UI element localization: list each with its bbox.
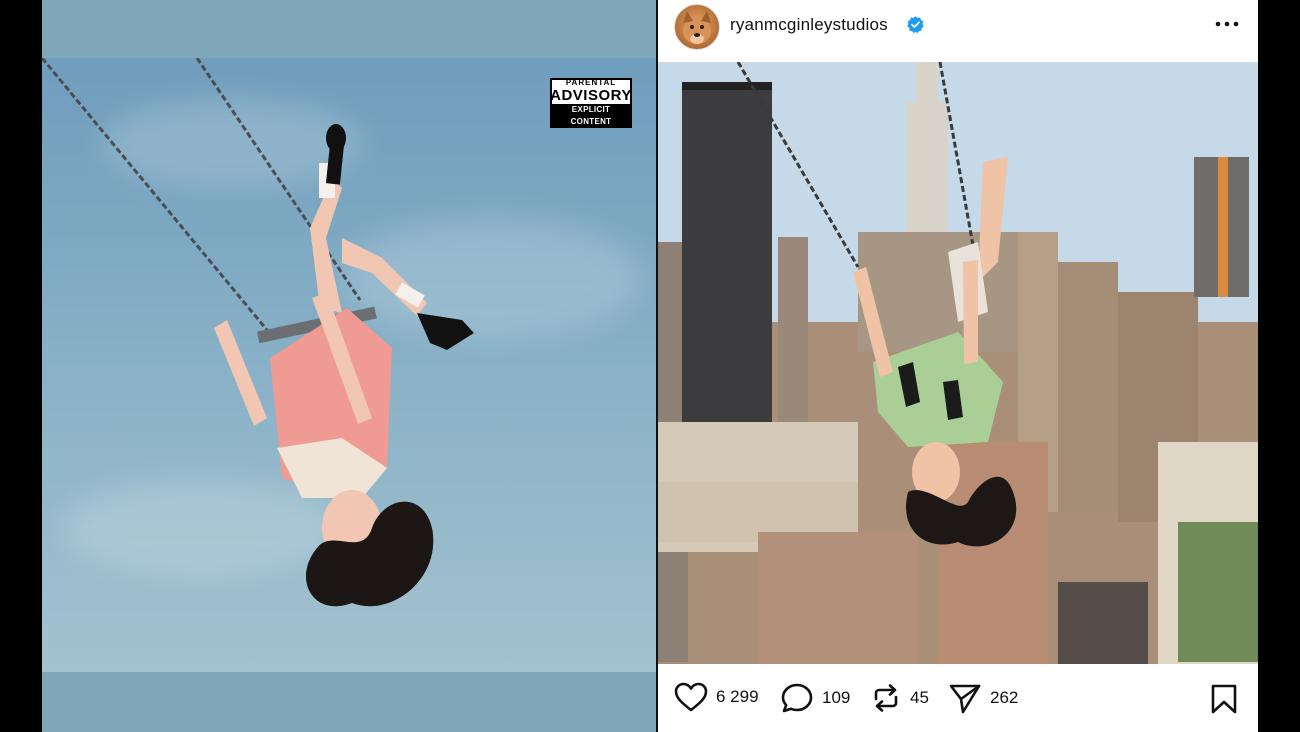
comment-button[interactable]: 109	[780, 682, 850, 714]
username-link[interactable]: ryanmcginleystudios	[730, 15, 888, 35]
verified-badge-icon	[907, 16, 924, 34]
bookmark-icon[interactable]	[1209, 683, 1239, 715]
city-swing-illustration	[658, 62, 1258, 664]
avatar[interactable]	[674, 4, 720, 50]
parental-advisory-label: PARENTAL ADVISORY EXPLICIT CONTENT	[550, 78, 632, 128]
comment-icon	[781, 683, 813, 713]
repost-count: 45	[910, 688, 929, 707]
repost-icon	[874, 684, 898, 712]
post-actions-bar: 6 299 109 45 262	[658, 664, 1258, 732]
share-count: 262	[990, 688, 1019, 707]
album-cover-panel: PARENTAL ADVISORY EXPLICIT CONTENT	[42, 0, 656, 732]
like-count: 6 299	[716, 687, 759, 706]
comment-count: 109	[822, 688, 851, 707]
swing-figure-illustration	[42, 58, 474, 607]
social-post: ryanmcginleystudios 6 299 109 45 262	[658, 0, 1258, 732]
more-icon[interactable]	[1214, 16, 1240, 32]
album-cover-image: PARENTAL ADVISORY EXPLICIT CONTENT	[42, 58, 656, 672]
heart-icon	[674, 682, 708, 712]
post-image[interactable]	[658, 62, 1258, 664]
repost-button[interactable]: 45	[870, 682, 929, 714]
post-header: ryanmcginleystudios	[658, 0, 1258, 62]
advisory-main-text: ADVISORY	[550, 87, 632, 104]
share-button[interactable]: 262	[948, 682, 1018, 714]
advisory-bottom-text: EXPLICIT CONTENT	[552, 104, 630, 128]
like-button[interactable]: 6 299	[674, 682, 759, 712]
send-icon	[949, 684, 981, 714]
